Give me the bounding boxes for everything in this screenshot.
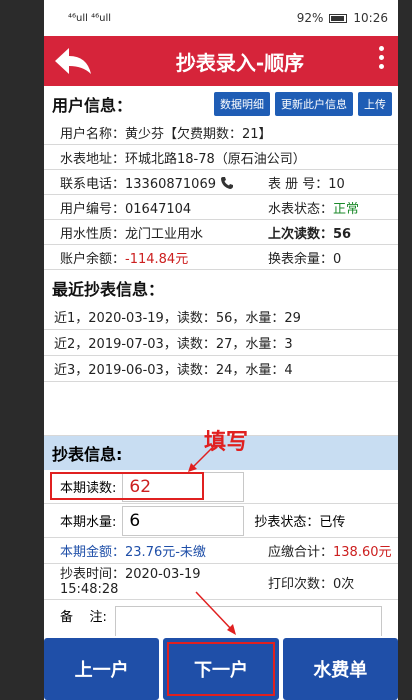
phone-screen: ⁴⁶ull ⁴⁶ull 92% 10:26 抄表录入-顺序 用户信息： 数据明细…: [44, 0, 398, 700]
recent-header: 最近抄表信息：: [44, 270, 398, 304]
list-item: 近3，2019-06-03，读数：24，水量：4: [44, 356, 398, 382]
signal-indicator: ⁴⁶ull ⁴⁶ull: [68, 12, 112, 24]
current-volume-input[interactable]: 6: [122, 505, 245, 536]
user-name-row: 用户名称：黄少芬【欠费期数：21】: [44, 120, 398, 145]
reading-row: 本期读数: 62: [44, 470, 398, 504]
read-state: 抄表状态：已传: [254, 515, 346, 530]
meter-remain: 换表余量：0: [268, 251, 342, 267]
balance-row: 账户余额：-114.84元 换表余量：0: [44, 245, 398, 270]
amount: 本期金额：23.76元-未缴: [60, 545, 206, 560]
phone-row: 联系电话：13360871069 表 册 号：10: [44, 170, 398, 195]
battery-icon: [329, 13, 348, 23]
highlight-frame: [50, 472, 204, 500]
bottom-nav: 上一户 下一户 水费单: [44, 636, 398, 700]
list-item: 近2，2019-07-03，读数：27，水量：3: [44, 330, 398, 356]
last-reading: 上次读数：56: [268, 226, 352, 242]
address-row: 水表地址：环城北路18-78（原石油公司）: [44, 145, 398, 170]
print-count: 打印次数：0次: [268, 577, 355, 592]
upload-button[interactable]: 上传: [358, 92, 392, 116]
meter-info-header: 抄表信息: 填写: [44, 429, 398, 472]
user-no-row: 用户编号：01647104 水表状态：正常: [44, 195, 398, 220]
title-bar: 抄表录入-顺序: [44, 36, 398, 86]
book-number: 表 册 号：10: [268, 176, 345, 192]
meter-state: 水表状态：正常: [268, 201, 360, 217]
meter-info-title: 抄表信息:: [52, 445, 123, 464]
list-item: 近1，2020-03-19，读数：56，水量：29: [44, 304, 398, 330]
phone-field[interactable]: 联系电话：13360871069: [60, 173, 268, 192]
phone-icon[interactable]: [220, 176, 234, 190]
back-arrow-icon[interactable]: [44, 36, 102, 86]
clock: 10:26: [353, 11, 388, 25]
page-title: 抄表录入-顺序: [175, 50, 305, 75]
user-info-header: 用户信息： 数据明细 更新此户信息 上传: [44, 86, 398, 120]
recent-title: 最近抄表信息：: [52, 280, 165, 299]
balance: 账户余额：-114.84元: [60, 251, 189, 267]
total-due: 应缴合计：138.60元: [268, 545, 392, 560]
total-value: 138.60元: [333, 545, 392, 560]
usage-type: 用水性质：龙门工业用水: [60, 226, 204, 242]
water-bill-button[interactable]: 水费单: [282, 638, 398, 700]
volume-label: 本期水量:: [60, 515, 117, 530]
next-arrow-annotation-icon: [195, 591, 236, 635]
update-user-button[interactable]: 更新此户信息: [275, 92, 353, 116]
user-number: 用户编号：01647104: [60, 201, 192, 217]
data-detail-button[interactable]: 数据明细: [214, 92, 270, 116]
status-bar: ⁴⁶ull ⁴⁶ull 92% 10:26: [44, 0, 398, 36]
volume-row: 本期水量: 6 抄表状态：已传: [44, 504, 398, 538]
amount-value: 23.76元-未缴: [125, 545, 206, 560]
prev-household-button[interactable]: 上一户: [44, 638, 160, 700]
usage-row: 用水性质：龙门工业用水 上次读数：56: [44, 220, 398, 245]
next-household-button[interactable]: 下一户: [163, 638, 279, 700]
meter-state-value: 正常: [333, 201, 360, 217]
amount-row: 本期金额：23.76元-未缴 应缴合计：138.60元: [44, 538, 398, 564]
balance-value: -114.84元: [125, 251, 189, 267]
more-menu-icon[interactable]: [379, 46, 384, 69]
battery-percent: 92%: [296, 11, 324, 25]
user-info-title: 用户信息：: [52, 96, 133, 115]
